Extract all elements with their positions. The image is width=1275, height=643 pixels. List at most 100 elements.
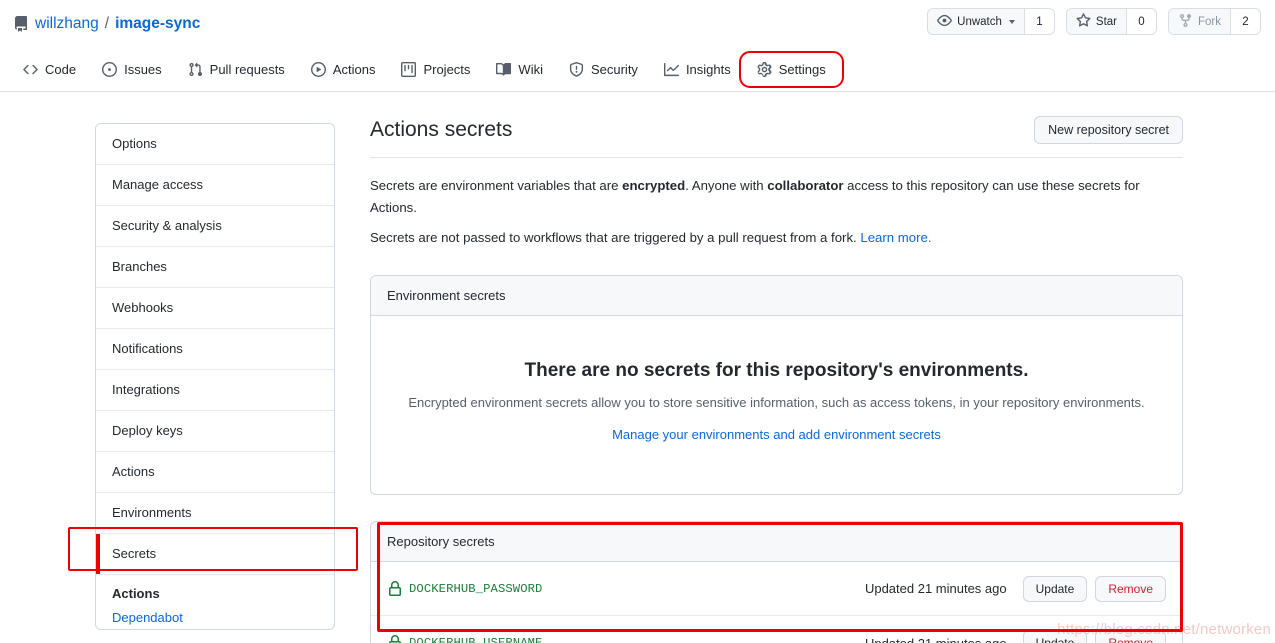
lock-icon bbox=[387, 581, 409, 597]
tab-wiki[interactable]: Wiki bbox=[483, 56, 556, 83]
description-line-1: Secrets are environment variables that a… bbox=[370, 175, 1183, 219]
environment-empty-subtitle: Encrypted environment secrets allow you … bbox=[391, 393, 1162, 413]
secrets-submenu-dependabot-link[interactable]: Dependabot bbox=[112, 610, 318, 625]
sidebar-item-notifications[interactable]: Notifications bbox=[96, 329, 334, 370]
star-count[interactable]: 0 bbox=[1126, 9, 1156, 34]
star-icon bbox=[1076, 13, 1091, 31]
tab-issues[interactable]: Issues bbox=[89, 56, 175, 83]
repo-name-link[interactable]: image-sync bbox=[115, 16, 200, 32]
secret-row-actions: Update Remove bbox=[1023, 576, 1166, 602]
sidebar-item-webhooks[interactable]: Webhooks bbox=[96, 288, 334, 329]
remove-secret-button[interactable]: Remove bbox=[1095, 630, 1166, 643]
star-label: Star bbox=[1096, 16, 1117, 28]
github-repository-settings-page: willzhang / image-sync Unwatch 1 bbox=[0, 0, 1275, 643]
repo-header-actions: Unwatch 1 Star 0 bbox=[927, 8, 1261, 35]
new-repository-secret-button[interactable]: New repository secret bbox=[1034, 116, 1183, 144]
sidebar-item-branches[interactable]: Branches bbox=[96, 247, 334, 288]
tab-insights-label: Insights bbox=[686, 62, 731, 77]
tab-actions-label: Actions bbox=[333, 62, 376, 77]
fork-count[interactable]: 2 bbox=[1230, 9, 1260, 34]
desc1-part-a: Secrets are environment variables that a… bbox=[370, 178, 622, 193]
code-icon bbox=[23, 62, 38, 77]
play-icon bbox=[311, 62, 326, 77]
unwatch-label: Unwatch bbox=[957, 16, 1002, 28]
secrets-submenu-heading: Actions bbox=[112, 586, 318, 610]
environment-empty-title: There are no secrets for this repository… bbox=[391, 358, 1162, 384]
git-pull-request-icon bbox=[188, 62, 203, 77]
settings-content: Options Manage access Security & analysi… bbox=[0, 92, 1275, 643]
sidebar-item-secrets[interactable]: Secrets bbox=[96, 534, 334, 575]
description-line-2: Secrets are not passed to workflows that… bbox=[370, 227, 1183, 249]
sidebar-item-deploy-keys[interactable]: Deploy keys bbox=[96, 411, 334, 452]
update-secret-button[interactable]: Update bbox=[1023, 576, 1088, 602]
chevron-down-icon bbox=[1009, 20, 1015, 24]
fork-button[interactable]: Fork bbox=[1169, 9, 1230, 34]
fork-button-group[interactable]: Fork 2 bbox=[1168, 8, 1261, 35]
settings-menu: Options Manage access Security & analysi… bbox=[95, 123, 335, 630]
desc2-text: Secrets are not passed to workflows that… bbox=[370, 230, 860, 245]
unwatch-button[interactable]: Unwatch bbox=[928, 9, 1024, 34]
sidebar-item-environments[interactable]: Environments bbox=[96, 493, 334, 534]
table-row: DOCKERHUB_PASSWORD Updated 21 minutes ag… bbox=[371, 562, 1182, 616]
remove-secret-button[interactable]: Remove bbox=[1095, 576, 1166, 602]
tab-security-label: Security bbox=[591, 62, 638, 77]
sidebar-item-security-analysis[interactable]: Security & analysis bbox=[96, 206, 334, 247]
secret-name: DOCKERHUB_PASSWORD bbox=[409, 582, 865, 596]
page-title: Actions secrets bbox=[370, 116, 512, 144]
gear-icon bbox=[757, 62, 772, 77]
desc1-part-c: . Anyone with bbox=[685, 178, 767, 193]
environment-secrets-blankslate: There are no secrets for this repository… bbox=[371, 316, 1182, 494]
repo-nav-tablist: Code Issues Pull requests Actions bbox=[0, 47, 1275, 92]
table-row: DOCKERHUB_USERNAME Updated 21 minutes ag… bbox=[371, 616, 1182, 643]
tab-code-label: Code bbox=[45, 62, 76, 77]
lock-icon bbox=[387, 635, 409, 643]
sidebar-item-options[interactable]: Options bbox=[96, 124, 334, 165]
settings-sidebar: Options Manage access Security & analysi… bbox=[95, 123, 335, 630]
manage-environments-link[interactable]: Manage your environments and add environ… bbox=[612, 427, 941, 442]
star-button[interactable]: Star bbox=[1067, 9, 1126, 34]
repo-owner-link[interactable]: willzhang bbox=[35, 16, 99, 32]
sidebar-item-actions[interactable]: Actions bbox=[96, 452, 334, 493]
tab-settings-label: Settings bbox=[779, 62, 826, 77]
watch-count[interactable]: 1 bbox=[1024, 9, 1054, 34]
sidebar-item-manage-access[interactable]: Manage access bbox=[96, 165, 334, 206]
secrets-submenu: Actions Dependabot bbox=[96, 575, 334, 629]
tab-insights[interactable]: Insights bbox=[651, 56, 744, 83]
fork-icon bbox=[1178, 13, 1193, 31]
title-divider bbox=[370, 157, 1183, 158]
learn-more-link[interactable]: Learn more. bbox=[860, 230, 931, 245]
environment-secrets-panel: Environment secrets There are no secrets… bbox=[370, 275, 1183, 495]
secret-row-actions: Update Remove bbox=[1023, 630, 1166, 643]
update-secret-button[interactable]: Update bbox=[1023, 630, 1088, 643]
graph-icon bbox=[664, 62, 679, 77]
book-icon bbox=[496, 62, 511, 77]
settings-main: Actions secrets New repository secret Se… bbox=[370, 116, 1183, 643]
sidebar-item-integrations[interactable]: Integrations bbox=[96, 370, 334, 411]
repository-secrets-panel: Repository secrets DOCKERHUB_PASSWORD Up… bbox=[370, 521, 1183, 643]
project-icon bbox=[401, 62, 416, 77]
repo-header: willzhang / image-sync Unwatch 1 bbox=[0, 0, 1275, 48]
tab-settings[interactable]: Settings bbox=[744, 56, 839, 83]
repository-secrets-header: Repository secrets bbox=[371, 522, 1182, 562]
main-header: Actions secrets New repository secret bbox=[370, 116, 1183, 144]
fork-label: Fork bbox=[1198, 16, 1221, 28]
desc1-encrypted: encrypted bbox=[622, 178, 685, 193]
repo-breadcrumb: willzhang / image-sync bbox=[13, 16, 200, 32]
secret-updated-timestamp: Updated 21 minutes ago bbox=[865, 581, 1007, 596]
tab-security[interactable]: Security bbox=[556, 56, 651, 83]
repo-icon bbox=[13, 16, 29, 32]
secret-name: DOCKERHUB_USERNAME bbox=[409, 636, 865, 643]
star-button-group[interactable]: Star 0 bbox=[1066, 8, 1157, 35]
breadcrumb-separator: / bbox=[105, 16, 109, 32]
tab-issues-label: Issues bbox=[124, 62, 162, 77]
tab-pull-requests-label: Pull requests bbox=[210, 62, 285, 77]
watch-button-group[interactable]: Unwatch 1 bbox=[927, 8, 1055, 35]
tab-projects[interactable]: Projects bbox=[388, 56, 483, 83]
tab-projects-label: Projects bbox=[423, 62, 470, 77]
tab-code[interactable]: Code bbox=[10, 56, 89, 83]
tab-actions[interactable]: Actions bbox=[298, 56, 389, 83]
eye-icon bbox=[937, 13, 952, 31]
shield-icon bbox=[569, 62, 584, 77]
tab-wiki-label: Wiki bbox=[518, 62, 543, 77]
tab-pull-requests[interactable]: Pull requests bbox=[175, 56, 298, 83]
